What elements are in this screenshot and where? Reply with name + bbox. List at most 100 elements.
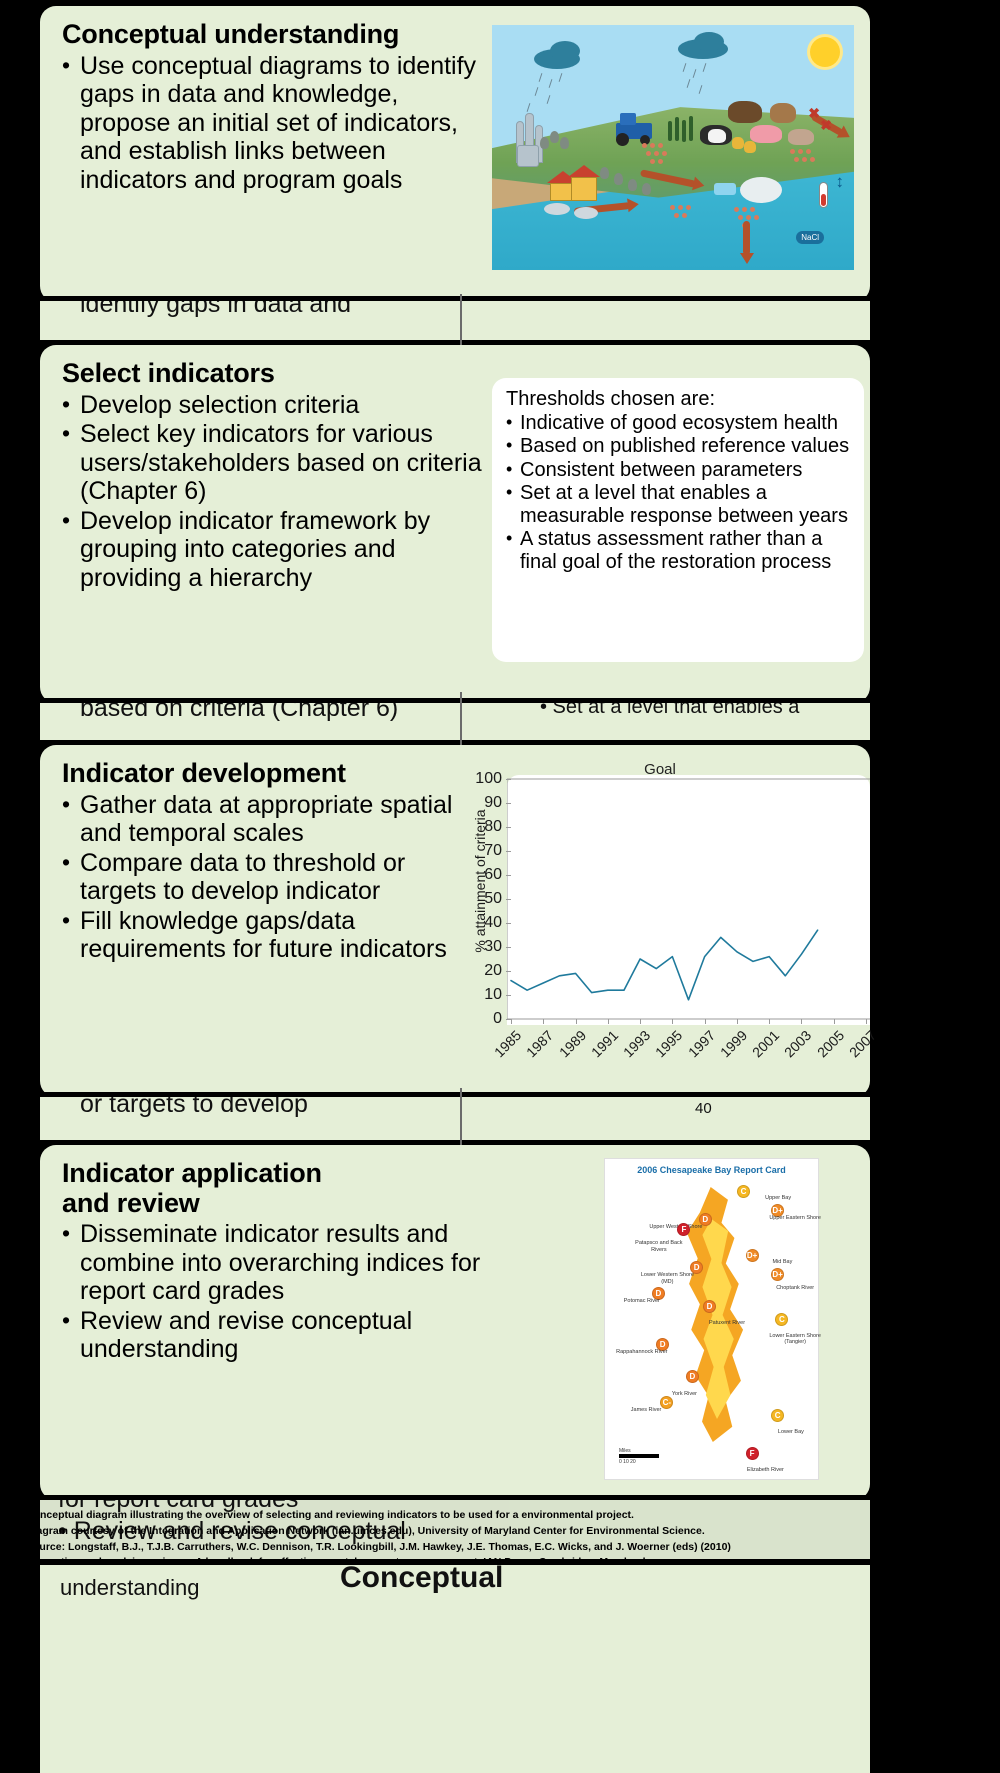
panel-bullet-list: Develop selection criteria Select key in… (62, 391, 492, 593)
map-title: 2006 Chesapeake Bay Report Card (637, 1165, 786, 1175)
house-icon (571, 177, 597, 201)
scroll-artifact-text: identify gaps in data and (80, 300, 352, 318)
map-region-label: Lower Eastern Shore (Tangier) (769, 1333, 821, 1346)
chart-x-tick-label: 1985 (490, 1027, 525, 1061)
tree-icon (642, 183, 651, 195)
map-region-label: Choptank River (776, 1285, 815, 1291)
pig-icon (750, 125, 782, 143)
map-grade-badge: D (702, 1299, 716, 1313)
map-region-label: Patuxent River (708, 1320, 746, 1327)
map-grade-badge: D+ (771, 1267, 785, 1281)
map-region-label: Elizabeth River (746, 1467, 784, 1474)
bullet-item: Develop selection criteria (62, 391, 492, 420)
divider-bar (0, 1560, 1000, 1565)
divider-bar (0, 296, 1000, 301)
tree-icon (540, 137, 549, 149)
map-region-label: Upper Western Shore (649, 1224, 703, 1231)
chart-x-tick-label: 1987 (523, 1027, 557, 1061)
chart-line-series (507, 778, 870, 1020)
map-scale-bar: Miles 0 10 20 (619, 1448, 659, 1465)
chicken-icon (732, 137, 744, 149)
map-scale-tick-1: 10 (623, 1459, 629, 1465)
deer-icon (770, 103, 796, 123)
bullet-item: Review and revise conceptual understandi… (62, 1307, 532, 1364)
chart-y-tick-label: 100 (475, 770, 502, 787)
map-region-label: Upper Eastern Shore (769, 1214, 821, 1221)
map-scale-tick-0: 0 (619, 1459, 622, 1465)
panel-bullet-list: Disseminate indicator results and combin… (62, 1220, 532, 1364)
bullet-item: Use conceptual diagrams to identify gaps… (62, 52, 492, 195)
map-region-label: Rappahannock River (616, 1349, 668, 1355)
chart-y-tick-label: 30 (484, 938, 502, 955)
tree-icon (550, 131, 559, 143)
bullet-item: Develop indicator framework by grouping … (62, 507, 492, 593)
map-region-label: Lower Western Shore (MD) (640, 1272, 694, 1285)
scroll-artifact-text: understanding (60, 1575, 200, 1600)
scroll-artifact-text: 40 (695, 1100, 712, 1117)
salinity-badge: NaCl (796, 231, 824, 244)
chart-y-tick-label: 0 (493, 1010, 502, 1027)
chesapeake-bay-report-card-map: 2006 Chesapeake Bay Report Card C Upper B… (604, 1158, 821, 1480)
nutrient-cluster-icon (642, 143, 672, 165)
map-grade-badge: D (685, 1370, 699, 1384)
turbidity-plume-icon (740, 177, 782, 203)
scroll-artifact-text: or targets to develop (80, 1096, 308, 1118)
chart-x-tick-label: 1999 (716, 1027, 751, 1061)
chicken-icon (744, 141, 756, 153)
panel-bullet-list: Use conceptual diagrams to identify gaps… (62, 52, 492, 195)
tractor-cab-icon (620, 113, 636, 125)
scroll-artifact-text: based on criteria (Chapter 6) (80, 702, 399, 722)
crop-icon (682, 120, 686, 142)
thresholds-item: A status assessment rather than a final … (506, 528, 852, 574)
divider-bar (0, 1092, 1000, 1097)
chart-y-tick-label: 80 (484, 818, 502, 835)
map-region-label: Potomac River (623, 1297, 660, 1304)
crop-icon (689, 116, 693, 141)
conceptual-diagram-illustration: NaCl ✖ ✖ ↕ (492, 25, 854, 270)
panel-bullet-list: Gather data at appropriate spatial and t… (62, 791, 462, 964)
chart-x-tick-label: 2007 (845, 1027, 880, 1061)
chart-y-tick-label: 60 (484, 866, 502, 883)
divider-bar (0, 698, 1000, 703)
map-region-label: Lower Bay (777, 1429, 804, 1435)
discharge-pipe-icon (714, 183, 736, 195)
nutrient-cluster-icon (790, 149, 820, 171)
chart-y-tick-label: 40 (484, 914, 502, 931)
sun-icon (810, 37, 840, 67)
map-region-label: Patapsco and Back Rivers (635, 1240, 683, 1253)
bullet-item: Select key indicators for various users/… (62, 420, 492, 506)
chart-y-tick-label: 10 (484, 986, 502, 1003)
tree-icon (614, 173, 623, 185)
fish-kill-x-icon: ✖ (820, 117, 832, 133)
chart-x-tick-label: 1991 (587, 1027, 622, 1061)
scroll-artifact-text: • Set at a level that enables a (540, 702, 800, 718)
chart-y-tick-label: 50 (484, 890, 502, 907)
crop-icon (675, 117, 679, 141)
caption-line-1: Conceptual diagram illustrating the over… (26, 1509, 634, 1521)
map-region-label: James River (630, 1406, 662, 1413)
chart-y-tick-label: 90 (484, 794, 502, 811)
thresholds-card: Thresholds chosen are: Indicative of goo… (492, 378, 864, 662)
chart-x-tick-label: 1995 (652, 1027, 686, 1061)
sedimentation-arrow-icon (743, 221, 750, 255)
map-scale-label: Miles (619, 1448, 631, 1454)
divider-bar (0, 1495, 1000, 1500)
scroll-artifact-text: Conceptual (340, 1565, 504, 1594)
tree-icon (560, 137, 569, 149)
crop-icon (668, 121, 672, 141)
chart-x-tick-label: 1993 (620, 1027, 654, 1061)
chart-x-tick-label: 2001 (749, 1027, 783, 1061)
thresholds-list: Indicative of good ecosystem health Base… (506, 412, 852, 574)
outfall-pipe-icon (544, 203, 570, 215)
thresholds-item: Indicative of good ecosystem health (506, 412, 852, 435)
nutrient-cluster-icon (670, 205, 700, 227)
map-grade-badge: C (775, 1312, 789, 1326)
scroll-artifact-band-bottom: understanding Conceptual (40, 1565, 870, 1773)
rain-cloud-icon (550, 41, 580, 61)
chart-x-tick-label: 2005 (813, 1027, 848, 1061)
tree-icon (628, 179, 637, 191)
thresholds-lead: Thresholds chosen are: (506, 388, 716, 410)
map-grade-badge: C (771, 1408, 785, 1422)
tree-icon (600, 167, 609, 179)
horse-icon (728, 101, 762, 123)
